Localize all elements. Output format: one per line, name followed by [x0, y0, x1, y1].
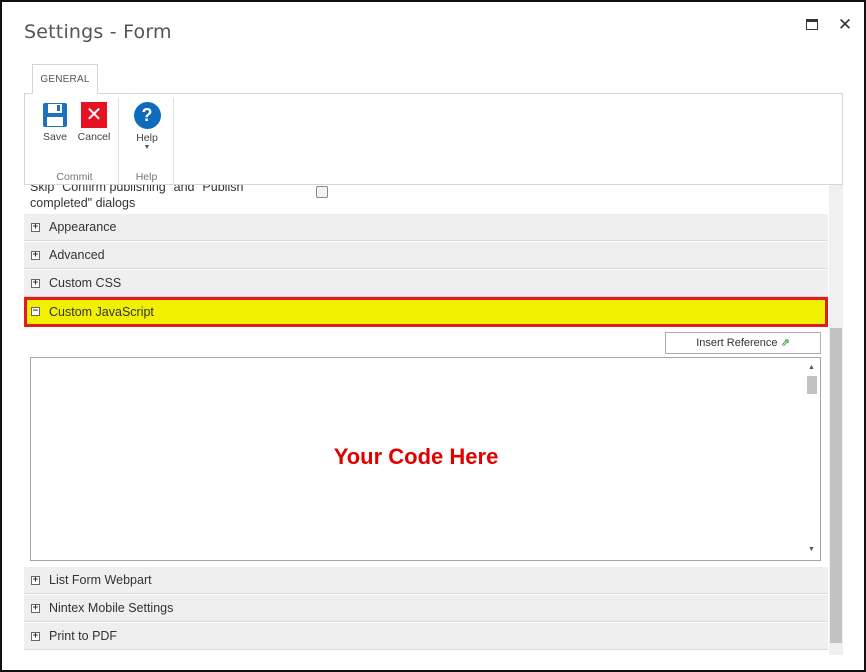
expand-icon: + — [31, 222, 40, 232]
section-title: Nintex Mobile Settings — [49, 601, 174, 615]
expand-icon: + — [31, 250, 40, 260]
cancel-label: Cancel — [77, 131, 111, 143]
skip-dialogs-checkbox[interactable] — [316, 186, 328, 198]
section-title: List Form Webpart — [49, 573, 152, 587]
skip-dialogs-label: Skip "Confirm publishing" and "Publish c… — [30, 185, 244, 210]
editor-scrollbar[interactable]: ▲ ▼ — [803, 358, 820, 560]
scroll-up-icon[interactable]: ▲ — [803, 360, 820, 376]
section-title: Custom CSS — [49, 276, 122, 290]
maximize-icon[interactable] — [803, 16, 821, 34]
chevron-down-icon: ▼ — [143, 144, 151, 151]
help-label: Help — [136, 132, 158, 144]
content-scrollbar[interactable] — [829, 185, 843, 655]
insert-reference-button[interactable]: Insert Reference ⇗ — [665, 332, 821, 354]
settings-dialog: Settings - Form ✕ GENERAL Save ✕ Cancel … — [0, 0, 866, 672]
custom-javascript-editor[interactable]: Your Code Here ▲ ▼ — [30, 357, 821, 561]
section-title: Appearance — [49, 220, 117, 234]
editor-placeholder-text: Your Code Here — [333, 444, 499, 469]
cancel-icon: ✕ — [81, 102, 107, 128]
save-label: Save — [43, 131, 67, 143]
help-button[interactable]: ? Help ▼ — [127, 102, 167, 152]
insert-reference-label: Insert Reference — [696, 337, 778, 349]
section-nintex-mobile-settings[interactable]: + Nintex Mobile Settings — [24, 595, 828, 622]
expand-icon: + — [31, 278, 40, 288]
expand-icon: + — [31, 575, 40, 585]
collapse-icon: − — [31, 306, 40, 316]
section-title: Print to PDF — [49, 629, 118, 643]
ribbon-group-commit: Save ✕ Cancel Commit — [31, 98, 119, 184]
save-icon — [43, 103, 67, 127]
save-button[interactable]: Save — [35, 102, 75, 143]
expand-icon: + — [31, 631, 40, 641]
dialog-title: Settings - Form — [24, 21, 172, 43]
section-print-to-pdf[interactable]: + Print to PDF — [24, 623, 828, 650]
cancel-button[interactable]: ✕ Cancel — [74, 102, 114, 143]
section-advanced[interactable]: + Advanced — [24, 242, 828, 269]
expand-icon: + — [31, 603, 40, 613]
insert-arrow-icon: ⇗ — [780, 337, 790, 349]
help-group-label: Help — [135, 171, 158, 183]
settings-content: Skip "Confirm publishing" and "Publish c… — [24, 185, 829, 651]
ribbon-group-help: ? Help ▼ Help — [120, 98, 174, 184]
section-list-form-webpart[interactable]: + List Form Webpart — [24, 567, 828, 594]
section-custom-css[interactable]: + Custom CSS — [24, 270, 828, 297]
section-title: Custom JavaScript — [49, 305, 154, 319]
section-appearance[interactable]: + Appearance — [24, 214, 828, 241]
section-title: Advanced — [49, 248, 105, 262]
scroll-down-icon[interactable]: ▼ — [803, 542, 820, 558]
editor-scroll-thumb[interactable] — [807, 376, 817, 394]
commit-group-label: Commit — [56, 171, 93, 183]
content-scroll-thumb[interactable] — [830, 328, 842, 643]
help-icon: ? — [133, 102, 161, 129]
section-custom-javascript[interactable]: − Custom JavaScript — [24, 297, 828, 327]
ribbon: Save ✕ Cancel Commit ? Help ▼ Help — [24, 93, 843, 185]
close-icon[interactable]: ✕ — [836, 16, 854, 34]
tab-general[interactable]: GENERAL — [32, 64, 98, 94]
